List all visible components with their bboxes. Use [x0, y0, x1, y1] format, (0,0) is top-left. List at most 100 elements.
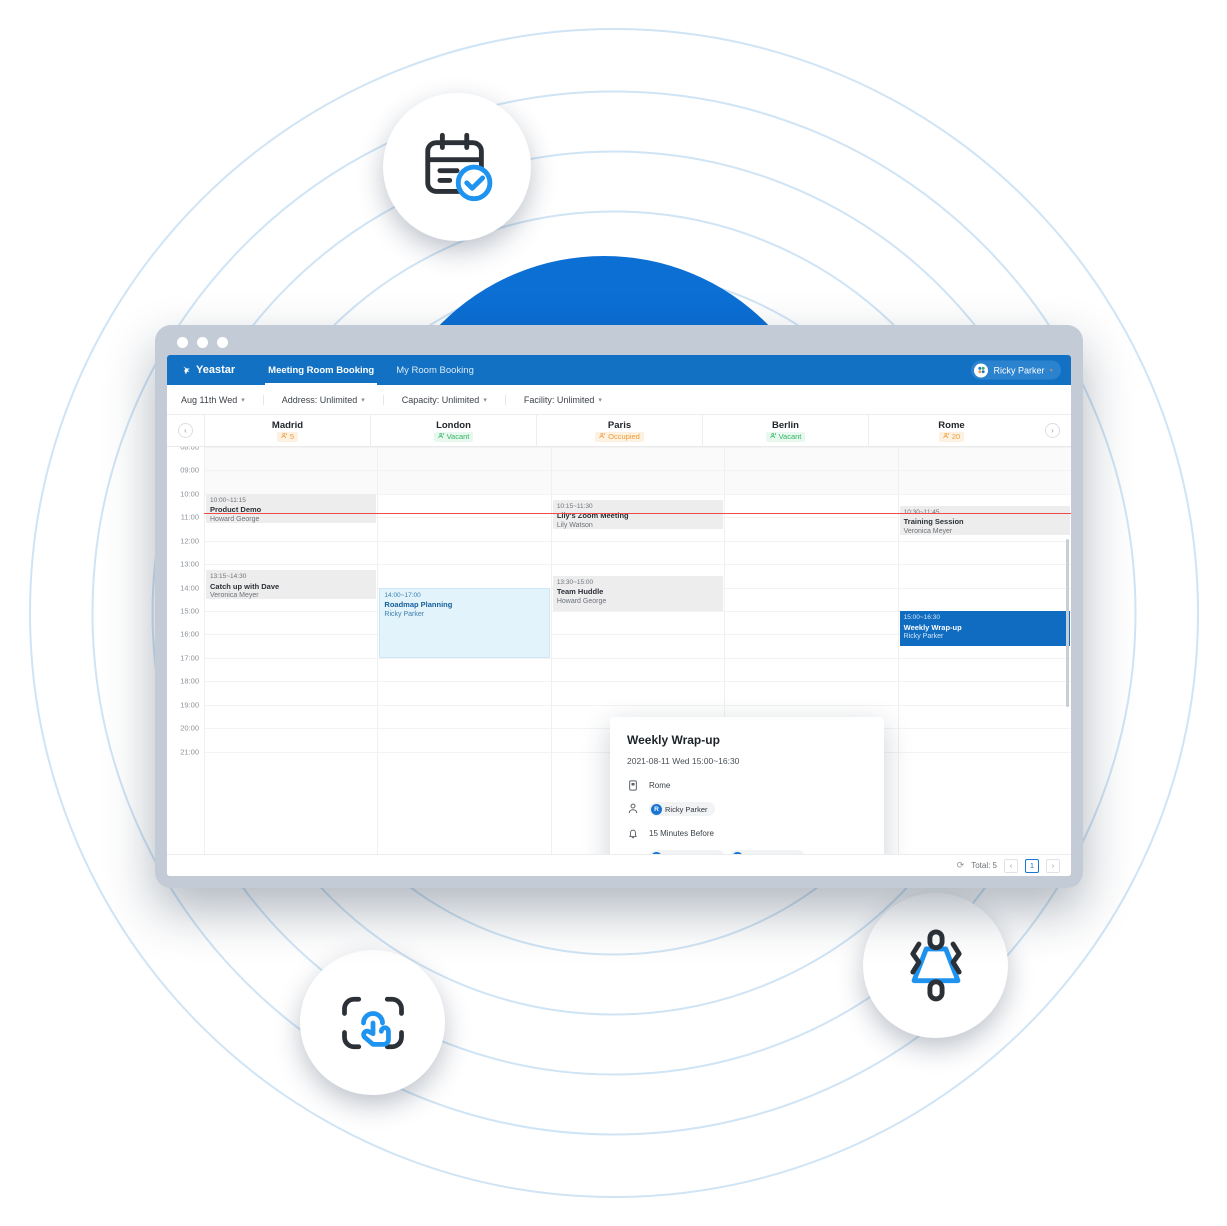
hour-gridline — [205, 564, 378, 566]
window-dot[interactable] — [177, 337, 188, 348]
event-time: 15:00~16:30 — [903, 614, 940, 621]
event-owner: Howard George — [210, 516, 260, 524]
time-axis-label: 19:00 — [180, 700, 199, 710]
room-status-badge: 5 — [276, 431, 299, 442]
people-icon — [943, 432, 950, 441]
pagination-prev[interactable]: ‹ — [1004, 858, 1018, 873]
room-status-badge: Occupied — [595, 431, 644, 442]
filter-address[interactable]: Address: Unlimited ▾ — [262, 394, 383, 405]
calendar-event[interactable]: 14:00~17:00 Roadmap Planning Ricky Parker — [379, 587, 550, 658]
organizer-chip[interactable]: R Ricky Parker — [649, 802, 715, 816]
window-dot[interactable] — [217, 337, 228, 348]
chevron-down-icon: ▾ — [241, 396, 245, 404]
refresh-icon[interactable]: ⟳ — [957, 860, 965, 871]
event-owner: Howard George — [556, 598, 607, 606]
prev-room-cell: ‹ — [167, 415, 204, 446]
touch-panel-icon — [300, 950, 445, 1095]
filter-facility[interactable]: Facility: Unlimited ▾ — [504, 394, 620, 405]
event-owner: Lily Watson — [556, 522, 593, 529]
calendar-event[interactable]: 10:00~11:15 Product Demo Howard George — [206, 493, 377, 524]
next-room-cell: › — [1034, 415, 1071, 446]
hour-gridline — [898, 493, 1071, 495]
hour-gridline — [725, 634, 898, 636]
chevron-left-icon[interactable]: ‹ — [178, 423, 193, 438]
hour-gridline — [898, 564, 1071, 566]
room-column-header[interactable]: Berlin Vacant — [702, 415, 868, 446]
hour-gridline — [205, 751, 378, 753]
time-axis-label: 14:00 — [180, 583, 199, 593]
hour-gridline — [898, 657, 1071, 659]
attendee-name: Howard George — [665, 853, 718, 855]
room-column-header[interactable]: Rome 20 — [868, 415, 1034, 446]
page-root: Yeastar Meeting Room Booking My Room Boo… — [0, 0, 1227, 1226]
popup-reminder-row: 15 Minutes Before — [627, 827, 867, 839]
avatar-glyph-icon — [978, 366, 985, 374]
attendee-chip[interactable]: HHoward George — [649, 850, 725, 854]
people-icon — [281, 432, 288, 441]
app-viewport: Yeastar Meeting Room Booking My Room Boo… — [167, 355, 1071, 876]
people-icon — [599, 432, 606, 441]
tab-meeting-room-booking[interactable]: Meeting Room Booking — [257, 355, 385, 385]
room-column-header[interactable]: Madrid 5 — [204, 415, 370, 446]
chevron-down-icon: ▾ — [483, 396, 487, 404]
calendar-event[interactable]: 10:30~11:45 Training Session Veronica Meye… — [899, 505, 1071, 535]
calendar-event[interactable]: 15:00~16:30 Weekly Wrap-up Ricky Parker — [899, 611, 1071, 647]
filter-date[interactable]: Aug 11th Wed ▾ — [181, 395, 263, 405]
calendar-grid[interactable]: 08:00 09:00 10:00 11:00 12:00 13:00 14:00 15:00… — [167, 447, 1071, 854]
room-name: Rome — [938, 419, 965, 431]
window-controls — [177, 337, 228, 348]
event-title: Weekly Wrap-up — [903, 622, 962, 632]
hour-gridline — [725, 611, 898, 612]
hour-gridline — [205, 540, 378, 542]
hour-gridline — [725, 657, 898, 659]
current-time-indicator — [204, 513, 1071, 515]
event-title: Roadmap Planning — [384, 600, 453, 610]
vertical-scrollbar[interactable] — [1065, 539, 1069, 707]
calendar-column-london[interactable]: 14:00~17:00 Roadmap Planning Ricky Parker — [377, 447, 551, 854]
hour-gridline — [898, 728, 1071, 730]
hour-gridline — [551, 540, 725, 542]
meeting-room-icon — [863, 893, 1008, 1038]
tab-label: My Room Booking — [396, 364, 474, 376]
event-owner: Ricky Parker — [384, 611, 425, 619]
hour-gridline — [725, 493, 898, 495]
event-time: 14:00~17:00 — [384, 591, 421, 599]
pagination-page-1[interactable]: 1 — [1025, 858, 1039, 873]
room-name: London — [436, 419, 471, 431]
brand-name: Yeastar — [196, 364, 236, 376]
hour-gridline — [378, 681, 551, 683]
hour-gridline — [551, 657, 725, 659]
hour-gridline — [205, 657, 378, 659]
pagination-next[interactable]: › — [1046, 858, 1060, 873]
popup-organizer-chips: R Ricky Parker — [649, 802, 715, 816]
hour-gridline — [551, 493, 725, 495]
calendar-event[interactable]: 13:15~14:30 Catch up with Dave Veronica Me… — [206, 570, 377, 600]
chevron-right-icon[interactable]: › — [1045, 423, 1060, 438]
brand-logo: Yeastar — [181, 355, 257, 385]
hour-gridline — [898, 470, 1071, 472]
hour-gridline — [725, 564, 898, 566]
calendar-check-icon — [383, 93, 531, 241]
attendee-chip[interactable]: VVeronica Meyer — [729, 850, 806, 854]
room-icon — [627, 779, 638, 791]
hour-gridline — [378, 447, 551, 448]
hour-gridline — [205, 611, 378, 612]
calendar-column-madrid[interactable]: 10:00~11:15 Product Demo Howard George 13:1… — [204, 447, 378, 854]
event-time: 13:15~14:30 — [210, 573, 247, 580]
hour-gridline — [551, 447, 725, 448]
calendar-event[interactable]: 13:30~15:00 Team Huddle Howard George — [552, 575, 724, 611]
room-column-header[interactable]: Paris Occupied — [536, 415, 702, 446]
window-dot[interactable] — [197, 337, 208, 348]
room-column-header[interactable]: London Vacant — [370, 415, 536, 446]
popup-datetime: 2021-08-11 Wed 15:00~16:30 — [627, 756, 740, 766]
hour-gridline — [378, 493, 551, 495]
hour-gridline — [378, 564, 551, 566]
user-menu[interactable]: Ricky Parker ▾ — [971, 360, 1061, 380]
hour-gridline — [551, 704, 725, 706]
tab-my-room-booking[interactable]: My Room Booking — [385, 355, 485, 385]
hour-gridline — [205, 704, 378, 706]
calendar-column-rome[interactable]: 10:30~11:45 Training Session Veronica Meye… — [897, 447, 1071, 854]
filter-capacity[interactable]: Capacity: Unlimited ▾ — [382, 394, 505, 405]
popup-title: Weekly Wrap-up — [627, 733, 720, 747]
popup-room-value: Rome — [649, 780, 671, 790]
